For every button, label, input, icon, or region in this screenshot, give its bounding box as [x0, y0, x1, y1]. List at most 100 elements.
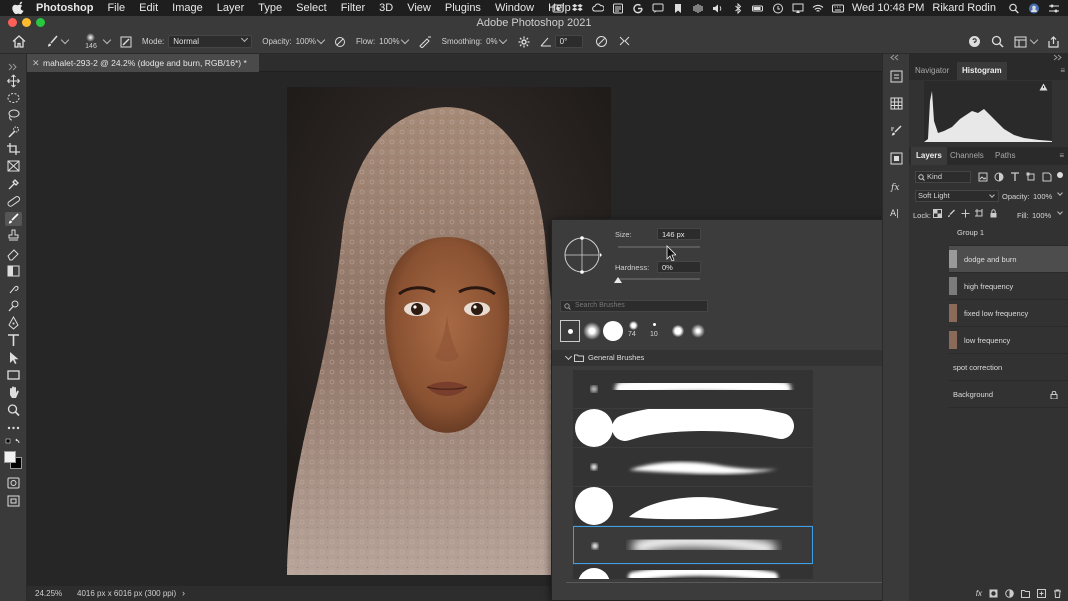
tool-hand[interactable]: [5, 385, 22, 399]
chevron-down-icon[interactable]: [1057, 190, 1063, 196]
blend-mode-select[interactable]: Soft Light: [915, 190, 999, 202]
hardness-slider-thumb[interactable]: [614, 277, 622, 283]
filter-type-layers-icon[interactable]: [1009, 171, 1021, 183]
zoom-level[interactable]: 24.25%: [35, 586, 62, 601]
adjustment-layer-icon[interactable]: [1005, 589, 1014, 598]
add-mask-icon[interactable]: [989, 589, 998, 598]
layer-row-group-1[interactable]: Group 1: [949, 219, 1068, 246]
spotlight-search-icon[interactable]: [1008, 3, 1020, 14]
delete-layer-icon[interactable]: [1053, 589, 1062, 598]
lock-all-icon[interactable]: [989, 209, 998, 218]
angle-input[interactable]: 0°: [554, 35, 583, 48]
brush-size-slider[interactable]: [618, 246, 700, 248]
tool-gradient[interactable]: [5, 264, 22, 278]
tool-screen-mode[interactable]: [5, 494, 22, 508]
tab-channels[interactable]: Channels: [950, 147, 984, 165]
tool-pen[interactable]: [5, 315, 22, 330]
menu-plugins[interactable]: Plugins: [445, 2, 481, 14]
brush-size-input[interactable]: 146 px: [657, 228, 701, 240]
wifi-icon[interactable]: [812, 3, 824, 14]
layer-row-spot-correction[interactable]: spot correction: [949, 354, 1068, 381]
smoothing-value[interactable]: 0%: [486, 37, 498, 46]
fx-icon[interactable]: fx: [976, 589, 982, 598]
lock-transparent-pixels-icon[interactable]: [933, 209, 942, 218]
battery-icon[interactable]: [751, 3, 764, 14]
home-icon[interactable]: [12, 35, 26, 48]
character-icon[interactable]: A|: [889, 206, 904, 219]
creative-cloud-icon[interactable]: [592, 3, 604, 14]
tool-clone-stamp[interactable]: [5, 229, 22, 243]
zoom-window-button[interactable]: [36, 18, 45, 27]
pressure-size-icon[interactable]: [595, 35, 608, 48]
lock-position-icon[interactable]: [961, 209, 970, 218]
tool-type[interactable]: [5, 333, 22, 347]
filter-toggle-icon[interactable]: [1057, 172, 1063, 178]
collapse-panels-icon[interactable]: [889, 54, 904, 61]
tool-brush-active[interactable]: [5, 212, 22, 226]
workspace-dropdown-icon[interactable]: [1029, 35, 1039, 45]
bluetooth-icon[interactable]: [732, 2, 744, 14]
brush-preset-next[interactable]: [573, 565, 813, 579]
menu-filter[interactable]: Filter: [341, 2, 365, 14]
hardness-input[interactable]: 0%: [657, 261, 701, 273]
apple-icon[interactable]: [12, 1, 26, 15]
recent-brush-3[interactable]: [603, 320, 623, 342]
volume-icon[interactable]: [712, 3, 724, 14]
brush-preset-soft-round-pressure[interactable]: [573, 448, 813, 486]
layer-opacity-value[interactable]: 100%: [1033, 192, 1052, 201]
brush-preset-dropdown-icon[interactable]: [60, 35, 70, 45]
properties-icon[interactable]: [889, 152, 904, 165]
menu-file[interactable]: File: [107, 2, 125, 14]
control-center-icon[interactable]: [1048, 3, 1060, 14]
tool-marquee[interactable]: [5, 91, 22, 105]
menubar-user[interactable]: Rikard Rodin: [932, 2, 996, 14]
tab-navigator[interactable]: Navigator: [915, 62, 949, 80]
menu-type[interactable]: Type: [258, 2, 282, 14]
brush-preview-size-slider[interactable]: [566, 582, 916, 583]
close-window-button[interactable]: [8, 18, 17, 27]
tool-healing-brush[interactable]: [5, 194, 22, 208]
layer-row-fixed-low-frequency[interactable]: fixed low frequency: [949, 300, 1068, 327]
menu-edit[interactable]: Edit: [139, 2, 158, 14]
menubar-clock[interactable]: Wed 10:48 PM: [852, 2, 925, 14]
menu-image[interactable]: Image: [172, 2, 203, 14]
tab-paths[interactable]: Paths: [995, 147, 1015, 165]
mode-select[interactable]: Normal: [168, 34, 253, 48]
lock-image-pixels-icon[interactable]: [947, 209, 956, 218]
brush-settings-icon[interactable]: [889, 125, 904, 138]
menu-3d[interactable]: 3D: [379, 2, 393, 14]
filter-smart-objects-icon[interactable]: [1041, 171, 1053, 183]
warning-icon[interactable]: [1039, 83, 1048, 91]
share-icon[interactable]: [1047, 35, 1060, 48]
brush-picker-dropdown-icon[interactable]: [102, 35, 112, 45]
layer-row-high-frequency[interactable]: high frequency: [949, 273, 1068, 300]
tool-eyedropper[interactable]: [5, 177, 22, 191]
menu-select[interactable]: Select: [296, 2, 327, 14]
tool-zoom[interactable]: [5, 403, 22, 417]
tool-more[interactable]: [5, 421, 22, 435]
chevron-down-icon[interactable]: [1057, 209, 1063, 215]
search-help-icon[interactable]: [968, 35, 981, 48]
opacity-value[interactable]: 100%: [296, 37, 316, 46]
tool-quick-select[interactable]: [5, 125, 22, 139]
menu-window[interactable]: Window: [495, 2, 534, 14]
brush-preset-soft-round-small[interactable]: [573, 370, 813, 408]
gear-icon[interactable]: [518, 36, 530, 48]
search-brushes-input[interactable]: Search Brushes: [560, 300, 708, 312]
brush-tool-preset-icon[interactable]: [46, 35, 60, 48]
tool-blur[interactable]: [5, 281, 22, 295]
keyboard-icon[interactable]: [831, 3, 844, 14]
recent-brush-5[interactable]: 10: [648, 320, 668, 342]
color-swap-controls[interactable]: [5, 438, 22, 446]
tool-path-select[interactable]: [5, 351, 22, 365]
flow-dropdown-icon[interactable]: [400, 35, 409, 45]
history-icon[interactable]: [889, 70, 904, 83]
bookmark-icon[interactable]: [672, 3, 684, 14]
brush-settings-panel-icon[interactable]: [120, 36, 132, 48]
chevron-right-icon[interactable]: ›: [182, 586, 185, 601]
fx-icon[interactable]: fx: [889, 180, 904, 193]
collapse-panels-icon[interactable]: [1053, 54, 1063, 61]
tool-crop[interactable]: [5, 142, 22, 156]
lock-artboard-icon[interactable]: [975, 209, 984, 218]
audio-icon[interactable]: [692, 3, 704, 14]
